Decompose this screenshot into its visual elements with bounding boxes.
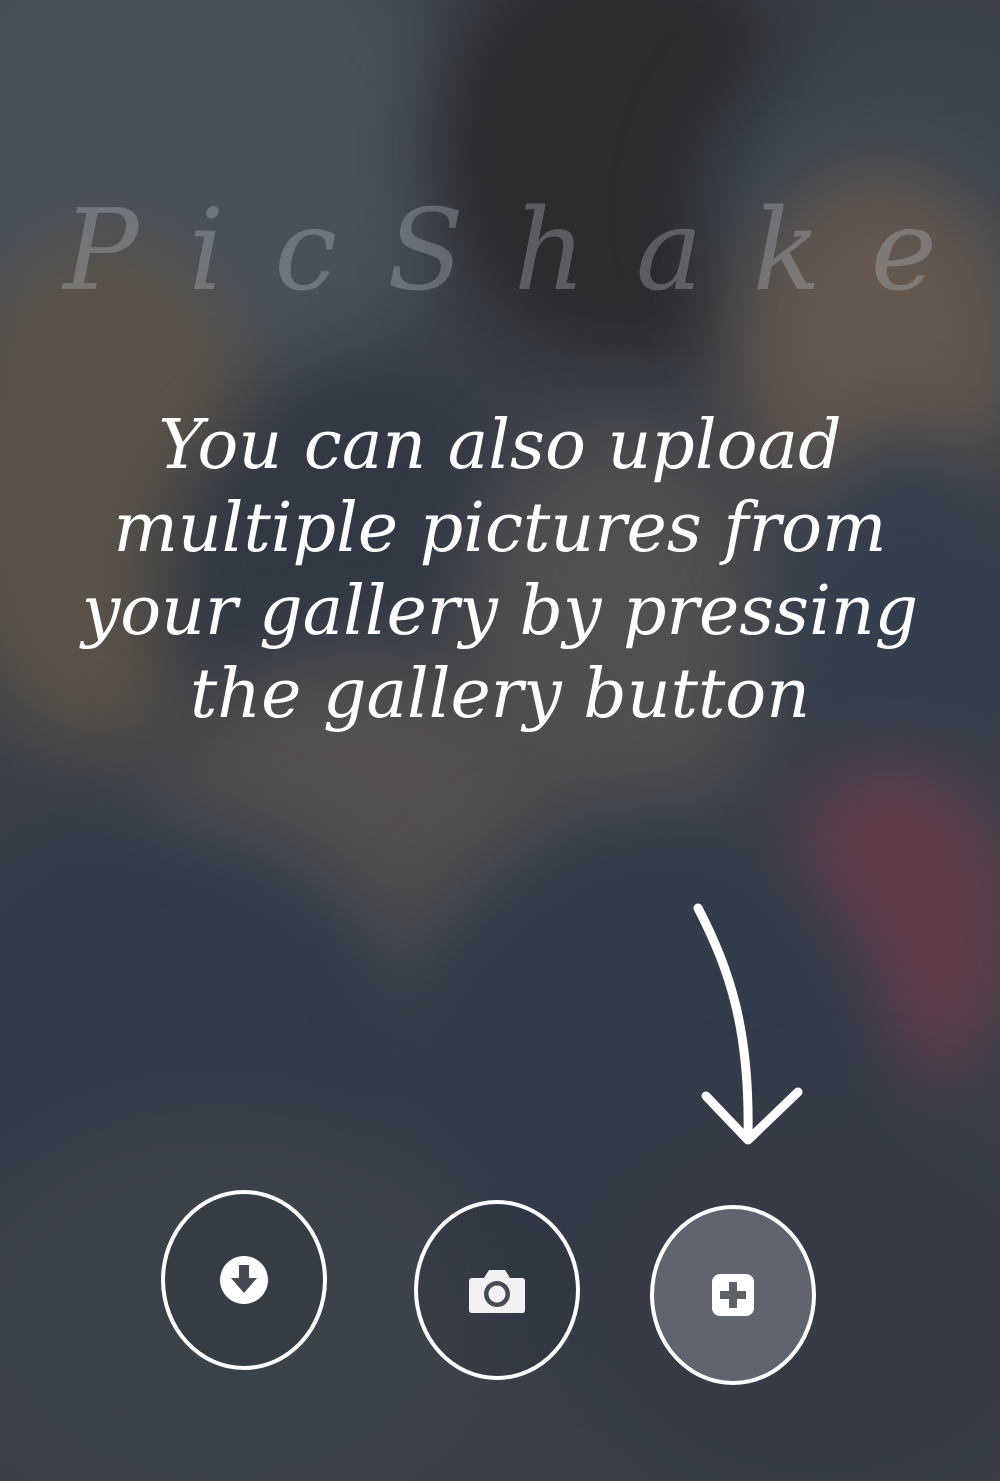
tutorial-line: multiple pictures from: [113, 488, 887, 568]
camera-button[interactable]: [414, 1200, 580, 1380]
tutorial-line: You can also upload: [158, 406, 842, 485]
gallery-add-icon: [712, 1274, 754, 1316]
tutorial-message: You can also upload multiple pictures fr…: [10, 405, 990, 737]
download-button[interactable]: [161, 1190, 327, 1370]
gallery-button[interactable]: [650, 1205, 816, 1385]
app-title: PicShake: [63, 186, 987, 316]
tutorial-line: your gallery by pressing: [81, 571, 919, 651]
tutorial-line: the gallery button: [189, 654, 811, 734]
download-icon: [220, 1256, 268, 1304]
pointer-arrow-icon: [693, 903, 803, 1145]
tutorial-screen: PicShake You can also upload multiple pi…: [0, 0, 1000, 1481]
camera-icon: [469, 1270, 525, 1313]
